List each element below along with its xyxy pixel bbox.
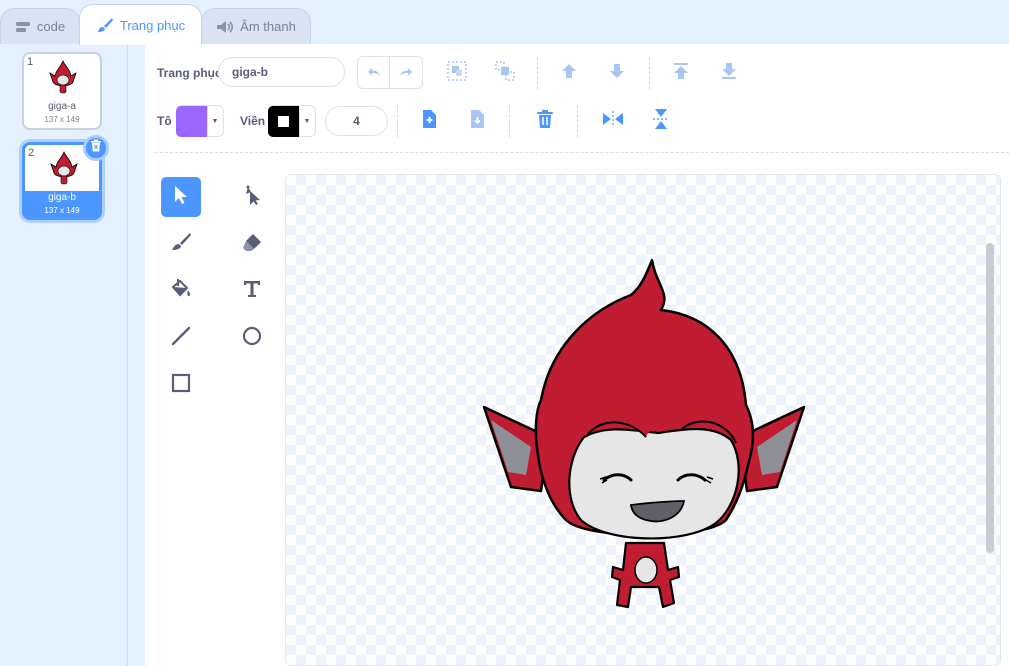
text-icon (242, 279, 262, 304)
fill-tool[interactable] (161, 271, 201, 311)
costume-number: 2 (28, 147, 35, 159)
fill-swatch (176, 105, 207, 137)
costume-name-input[interactable] (218, 57, 345, 87)
line-icon (170, 325, 192, 352)
sprite-giga-b[interactable] (286, 175, 1001, 666)
paint-bucket-icon (169, 278, 193, 305)
outline-swatch-inner (278, 115, 289, 127)
brush-icon (96, 17, 114, 33)
redo-button[interactable] (390, 57, 422, 88)
ungroup-button[interactable] (489, 57, 521, 89)
tab-sounds-label: Âm thanh (240, 19, 296, 34)
chevron-down-icon: ▼ (207, 106, 222, 136)
trash-icon (536, 109, 554, 134)
toolbar-divider-horizontal (155, 152, 1009, 153)
circle-tool[interactable] (232, 318, 272, 358)
outline-label: Viền (240, 114, 266, 128)
arrow-up-icon (559, 61, 579, 86)
undo-redo-group (357, 56, 423, 89)
code-icon (15, 20, 31, 34)
paint-editor: Trang phục Tô ▼ Viền ▼ (145, 44, 1009, 666)
costume-item-giga-b[interactable]: 2 giga-b 137 x 149 (22, 135, 109, 220)
vertical-scrollbar[interactable] (986, 243, 994, 553)
toolbar-divider (577, 105, 578, 137)
outline-swatch (268, 105, 299, 137)
costume-size: 137 x 149 (44, 115, 80, 124)
trash-icon (90, 139, 102, 157)
text-tool[interactable] (232, 271, 272, 311)
costume-thumbnail (49, 150, 79, 192)
eraser-icon (241, 232, 263, 257)
delete-costume-button[interactable] (83, 135, 109, 161)
chevron-down-icon: ▼ (299, 106, 314, 136)
costume-thumbnail (48, 59, 78, 101)
brush-icon (170, 232, 192, 257)
outline-width-input[interactable] (325, 106, 388, 136)
tab-code-label: code (36, 19, 66, 34)
group-button[interactable] (441, 57, 473, 89)
eraser-tool[interactable] (232, 224, 272, 264)
reshape-icon (241, 184, 263, 211)
costume-item-giga-a[interactable]: 1 giga-a 137 x 149 (22, 52, 102, 130)
tab-sounds[interactable]: Âm thanh (201, 8, 311, 44)
toolbar-divider (509, 105, 510, 137)
costume-size: 137 x 149 (44, 206, 80, 215)
outline-color-picker[interactable]: ▼ (268, 105, 316, 137)
arrow-down-icon (607, 61, 627, 86)
tab-code[interactable]: code (0, 8, 80, 44)
costume-name: giga-b (48, 192, 76, 203)
flip-vertical-icon (652, 108, 670, 135)
flip-horizontal-icon (602, 110, 624, 133)
select-tool[interactable] (161, 177, 201, 217)
back-button[interactable] (713, 57, 745, 89)
tab-costumes[interactable]: Trang phục (79, 4, 202, 45)
tab-costumes-label: Trang phục (119, 17, 186, 33)
ungroup-icon (494, 60, 516, 87)
group-icon (446, 60, 468, 87)
reshape-tool[interactable] (232, 177, 272, 217)
circle-icon (241, 325, 263, 352)
costume-name: giga-a (48, 101, 76, 112)
copy-icon (420, 109, 438, 134)
front-button[interactable] (665, 57, 697, 89)
paint-canvas[interactable] (285, 174, 1001, 666)
cursor-arrow-icon (172, 184, 190, 211)
rectangle-icon (170, 372, 192, 399)
paste-icon (468, 109, 486, 134)
fill-color-picker[interactable]: ▼ (176, 105, 224, 137)
backward-button[interactable] (601, 57, 633, 89)
delete-button[interactable] (529, 105, 561, 137)
flip-horizontal-button[interactable] (597, 105, 629, 137)
tab-bar: code Trang phục Âm thanh (0, 0, 1009, 45)
redo-icon (398, 64, 414, 82)
forward-button[interactable] (553, 57, 585, 89)
toolbar-divider (537, 57, 538, 89)
copy-button[interactable] (413, 105, 445, 137)
brush-tool[interactable] (161, 224, 201, 264)
costume-list: 1 giga-a 137 x 149 2 giga-b 137 x 149 (0, 44, 128, 666)
speaker-icon (216, 20, 234, 34)
toolbar-divider (397, 105, 398, 137)
paste-button[interactable] (461, 105, 493, 137)
rectangle-tool[interactable] (161, 365, 201, 405)
undo-icon (366, 64, 382, 82)
undo-button[interactable] (358, 57, 390, 88)
bring-to-front-icon (671, 61, 691, 86)
flip-vertical-button[interactable] (645, 105, 677, 137)
costume-number: 1 (27, 56, 34, 68)
send-to-back-icon (719, 61, 739, 86)
costume-name-label: Trang phục (157, 66, 222, 80)
fill-label: Tô (157, 114, 172, 128)
line-tool[interactable] (161, 318, 201, 358)
toolbar-divider (649, 57, 650, 89)
